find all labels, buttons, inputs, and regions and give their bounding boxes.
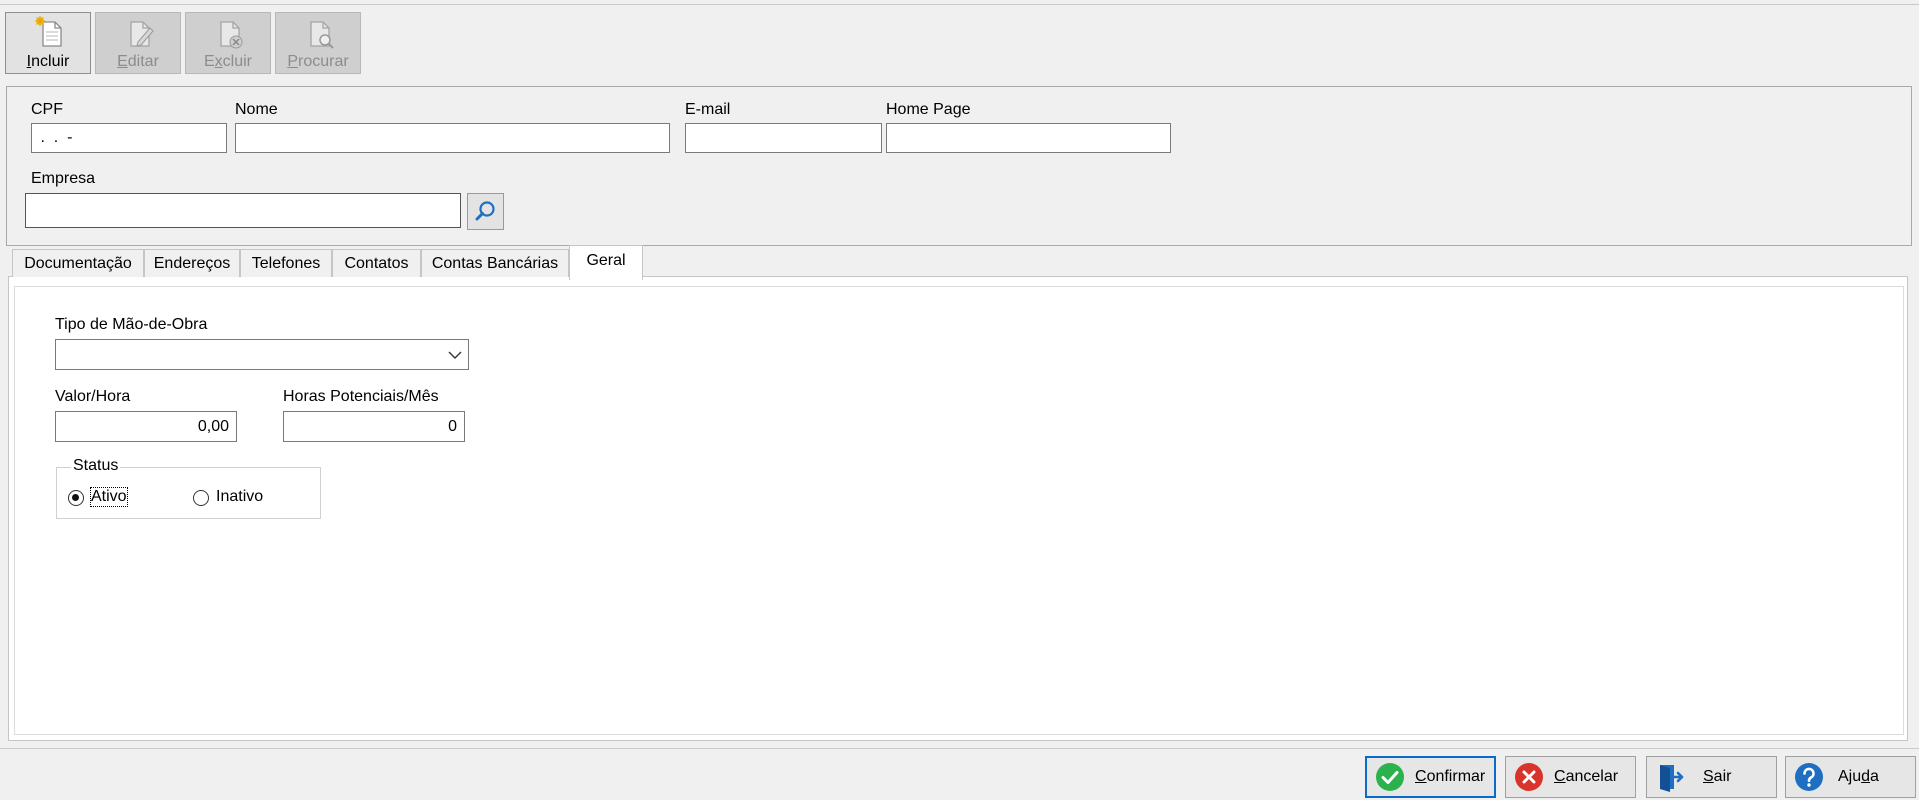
cpf-label: CPF — [31, 101, 63, 118]
tab-contatos[interactable]: Contatos — [332, 249, 421, 277]
new-document-icon — [35, 16, 62, 47]
ativo-radio[interactable] — [68, 490, 84, 506]
editar-button[interactable]: Editar — [95, 12, 181, 74]
tab-documentacao[interactable]: Documentação — [12, 249, 144, 277]
empresa-label: Empresa — [31, 170, 96, 187]
edit-document-icon — [130, 21, 154, 47]
homepage-label: Home Page — [886, 101, 971, 118]
empresa-input[interactable] — [25, 193, 461, 228]
valor-hora-label: Valor/Hora — [55, 388, 131, 405]
empresa-search-button[interactable] — [467, 193, 504, 230]
valor-hora-input[interactable]: 0,00 — [55, 411, 237, 442]
email-input[interactable] — [685, 123, 882, 153]
status-label: Status — [71, 457, 121, 475]
inativo-radio[interactable] — [193, 490, 209, 506]
exit-door-icon — [1660, 765, 1684, 792]
horas-potenciais-label: Horas Potenciais/Mês — [283, 388, 439, 405]
ativo-label[interactable]: Ativo — [90, 487, 128, 507]
radio-selected-dot — [72, 494, 79, 501]
help-icon — [1795, 763, 1823, 791]
bottom-separator — [0, 748, 1919, 749]
confirmar-button[interactable]: Confirmar — [1365, 756, 1496, 798]
sair-label: Sair — [1703, 768, 1732, 785]
ajuda-label: Ajuda — [1838, 768, 1879, 785]
cancelar-label: Cancelar — [1554, 768, 1619, 785]
cancel-icon — [1515, 763, 1543, 791]
incluir-label: Incluir — [26, 53, 70, 70]
editar-label: Editar — [117, 53, 159, 70]
delete-document-icon — [220, 21, 243, 49]
homepage-input[interactable] — [886, 123, 1171, 153]
cancelar-button[interactable]: Cancelar — [1505, 756, 1636, 798]
confirmar-label: Confirmar — [1415, 768, 1486, 785]
ajuda-button[interactable]: Ajuda — [1785, 756, 1916, 798]
top-border — [0, 0, 1919, 5]
check-icon — [1376, 763, 1404, 791]
email-label: E-mail — [685, 101, 731, 118]
incluir-button[interactable]: Incluir — [5, 12, 91, 74]
tipo-mao-de-obra-select[interactable] — [55, 339, 469, 370]
inativo-label[interactable]: Inativo — [216, 488, 263, 506]
search-document-icon — [310, 21, 334, 49]
excluir-label: Excluir — [203, 53, 252, 70]
tab-telefones[interactable]: Telefones — [240, 249, 332, 277]
cpf-input[interactable] — [31, 123, 227, 153]
tab-geral[interactable]: Geral — [569, 245, 643, 280]
tab-enderecos[interactable]: Endereços — [144, 249, 240, 277]
excluir-button[interactable]: Excluir — [185, 12, 271, 74]
nome-label: Nome — [235, 101, 278, 118]
nome-input[interactable] — [235, 123, 670, 153]
procurar-label: Procurar — [287, 53, 349, 70]
procurar-button[interactable]: Procurar — [275, 12, 361, 74]
tab-contas-bancarias[interactable]: Contas Bancárias — [421, 249, 569, 277]
tipo-mao-de-obra-label: Tipo de Mão-de-Obra — [55, 316, 208, 333]
horas-potenciais-input[interactable]: 0 — [283, 411, 465, 442]
sair-button[interactable]: Sair — [1646, 756, 1777, 798]
magnifier-icon — [475, 201, 495, 221]
dropdown-chevron-icon — [448, 351, 462, 359]
